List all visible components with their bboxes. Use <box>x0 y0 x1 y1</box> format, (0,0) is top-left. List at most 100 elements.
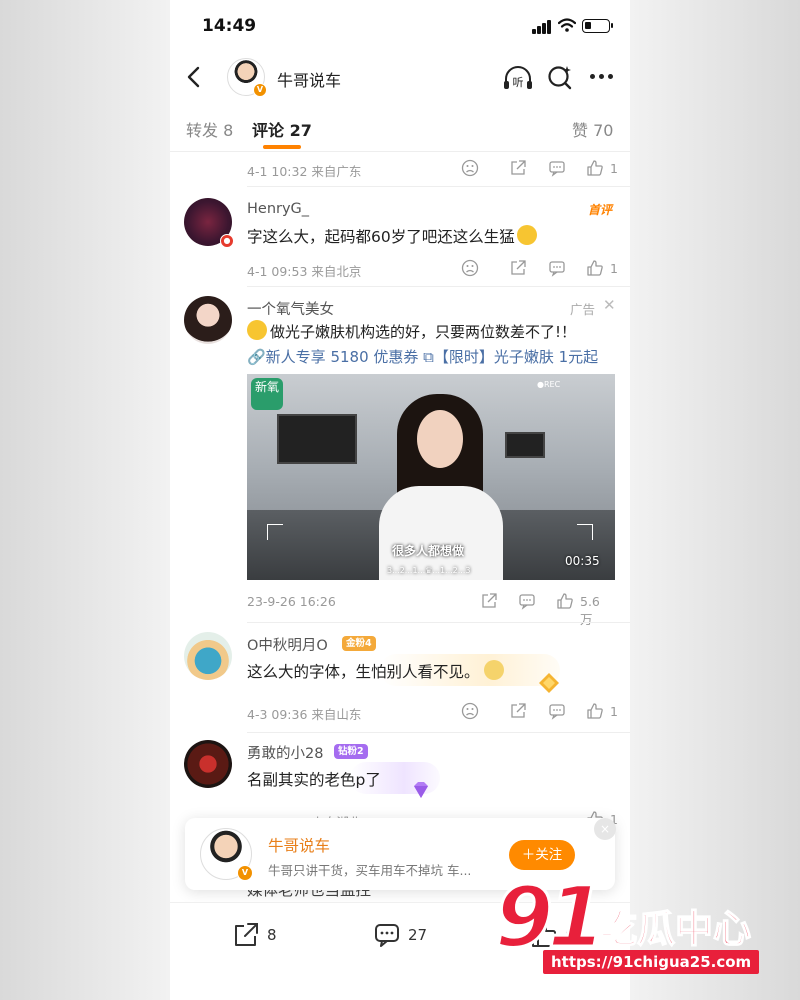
author-avatar[interactable]: V <box>200 828 253 881</box>
listen-headphone-icon[interactable]: 听 <box>502 64 534 92</box>
ad-video[interactable]: 新氧 ●REC 很多人都想做 3...2...1...♛...1...2...3… <box>247 374 615 580</box>
comment-time: 4-1 10:32 来自广东 <box>247 164 362 179</box>
site-watermark: 91 吃瓜中心 https://91chigua25.com <box>494 867 785 988</box>
back-arrow-icon[interactable] <box>182 62 208 92</box>
dislike-button[interactable] <box>461 259 479 279</box>
comment-meta: 4-1 09:53 来自北京 1 <box>247 259 618 279</box>
commenter-avatar[interactable] <box>184 740 232 788</box>
comment-feed[interactable]: 4-1 10:32 来自广东 1 ● HenryG_ 首评 字这么大，起码都60… <box>170 152 630 902</box>
background-left <box>0 0 170 1000</box>
status-bar: 14:49 <box>170 0 630 50</box>
ai-search-icon[interactable] <box>547 64 573 90</box>
repost-count: 8 <box>267 926 277 944</box>
comment-icon <box>549 704 565 720</box>
repost-button[interactable] <box>509 159 527 179</box>
like-count: 1 <box>610 704 618 719</box>
comment-text-body: 做光子嫩肤机构选的好，只要两位数差不了!！ <box>270 323 577 341</box>
comment-text: 这么大的字体，生怕别人看不见。 <box>247 660 504 682</box>
fan-level-badge: 钻粉2 <box>334 744 368 759</box>
comment-icon <box>549 261 565 277</box>
commenter-name[interactable]: 一个氧气美女 <box>247 298 334 319</box>
like-button[interactable]: 1 <box>586 259 618 279</box>
commenter-avatar[interactable] <box>184 296 232 344</box>
purple-gem-icon <box>414 782 428 798</box>
comment-icon <box>375 924 399 947</box>
rec-indicator: ●REC <box>537 380 561 389</box>
reply-button[interactable] <box>548 159 566 179</box>
comment-action[interactable]: 27 <box>373 921 427 951</box>
reply-button[interactable] <box>548 702 566 722</box>
thinking-emoji-icon <box>247 320 267 340</box>
video-bg-monitor <box>505 432 545 458</box>
active-tab-indicator <box>263 145 301 149</box>
like-button[interactable]: 1 <box>586 159 618 179</box>
comment-meta: 4-1 10:32 来自广东 1 <box>247 159 618 179</box>
sponsor-logo: 新氧 <box>251 378 283 410</box>
repost-icon <box>482 593 497 608</box>
laughing-emoji-icon <box>516 225 537 245</box>
reply-button[interactable] <box>548 259 566 279</box>
author-name[interactable]: 牛哥说车 <box>268 834 330 856</box>
comment-icon <box>519 594 535 610</box>
video-subtitle: 很多人都想做 <box>392 544 465 558</box>
ad-promo-links[interactable]: 🔗新人专享 5180 优惠券 ⧉【限时】光子嫩肤 1元起 <box>247 346 598 367</box>
status-time: 14:49 <box>202 16 257 36</box>
dislike-face-icon <box>461 259 479 277</box>
like-button[interactable]: 1 <box>586 702 618 722</box>
dislike-face-icon <box>461 702 479 720</box>
tab-likes[interactable]: 赞 70 <box>572 117 613 141</box>
close-ad-icon[interactable]: ✕ <box>603 296 616 314</box>
first-comment-tag: 首评 <box>587 203 612 217</box>
comment-meta: 4-3 09:36 来自山东 1 <box>247 702 618 722</box>
commenter-name[interactable]: 勇敢的小28 <box>247 742 323 763</box>
repost-icon <box>511 260 526 275</box>
tab-bar: 转发 8 评论 27 赞 70 <box>170 104 630 152</box>
comment-text: 做光子嫩肤机构选的好，只要两位数差不了!！ <box>247 320 576 342</box>
repost-icon <box>235 923 258 946</box>
repost-icon <box>511 160 526 175</box>
like-count: 1 <box>610 261 618 276</box>
like-count: 1 <box>610 161 618 176</box>
tab-reposts[interactable]: 转发 8 <box>186 117 233 141</box>
repost-icon <box>511 703 526 718</box>
thumbs-up-icon <box>557 593 573 609</box>
badge-icon: ● <box>220 234 234 248</box>
repost-button[interactable] <box>509 702 527 722</box>
commenter-name[interactable]: O中秋明月O <box>247 634 328 655</box>
video-caption: 3...2...1...♛...1...2...3 <box>387 566 471 575</box>
fan-level-badge: 金粉4 <box>342 636 376 651</box>
verified-badge-icon: V <box>237 865 253 881</box>
repost-button[interactable] <box>509 259 527 279</box>
repost-button[interactable] <box>480 592 498 612</box>
dislike-face-icon <box>461 159 479 177</box>
gold-gem-icon <box>539 673 559 693</box>
follow-button[interactable]: ＋关注 <box>509 840 575 870</box>
author-description: 牛哥只讲干货，买车用车不掉坑 车... <box>268 863 472 878</box>
comment-text: 字这么大，起码都60岁了吧还这么生猛 <box>247 225 537 247</box>
comment-count: 27 <box>408 926 428 944</box>
like-button[interactable]: 5.6万 <box>556 592 600 627</box>
watermark-url: https://91chigua25.com <box>543 950 760 974</box>
thumbs-up-icon <box>587 160 603 176</box>
video-bg-monitor <box>277 414 357 464</box>
dislike-button[interactable] <box>461 159 479 179</box>
commenter-avatar[interactable] <box>184 632 232 680</box>
reply-button[interactable] <box>518 592 536 612</box>
ad-comment-item: 一个氧气美女 广告 ✕ 做光子嫩肤机构选的好，只要两位数差不了!！ 🔗新人专享 … <box>170 286 630 627</box>
dislike-button[interactable] <box>461 702 479 722</box>
ad-label: 广告 <box>570 302 596 317</box>
comment-text: 名副其实的老色p了 <box>247 771 381 789</box>
comment-text-body: 字这么大，起码都60岁了吧还这么生猛 <box>247 228 515 246</box>
close-card-icon[interactable]: × <box>594 818 616 840</box>
author-avatar[interactable]: V <box>227 58 267 97</box>
battery-icon <box>582 19 613 33</box>
more-options-icon[interactable] <box>588 74 616 80</box>
nav-title[interactable]: 牛哥说车 <box>277 67 341 91</box>
repost-action[interactable]: 8 <box>232 921 277 951</box>
commenter-name[interactable]: HenryG_ <box>247 201 309 217</box>
video-duration: 00:35 <box>565 554 600 568</box>
comment-text-body: 这么大的字体，生怕别人看不见。 <box>247 663 480 681</box>
commenter-avatar[interactable]: ● <box>184 198 234 248</box>
tab-comments[interactable]: 评论 27 <box>252 117 312 141</box>
comment-time: 4-3 09:36 来自山东 <box>247 707 362 722</box>
